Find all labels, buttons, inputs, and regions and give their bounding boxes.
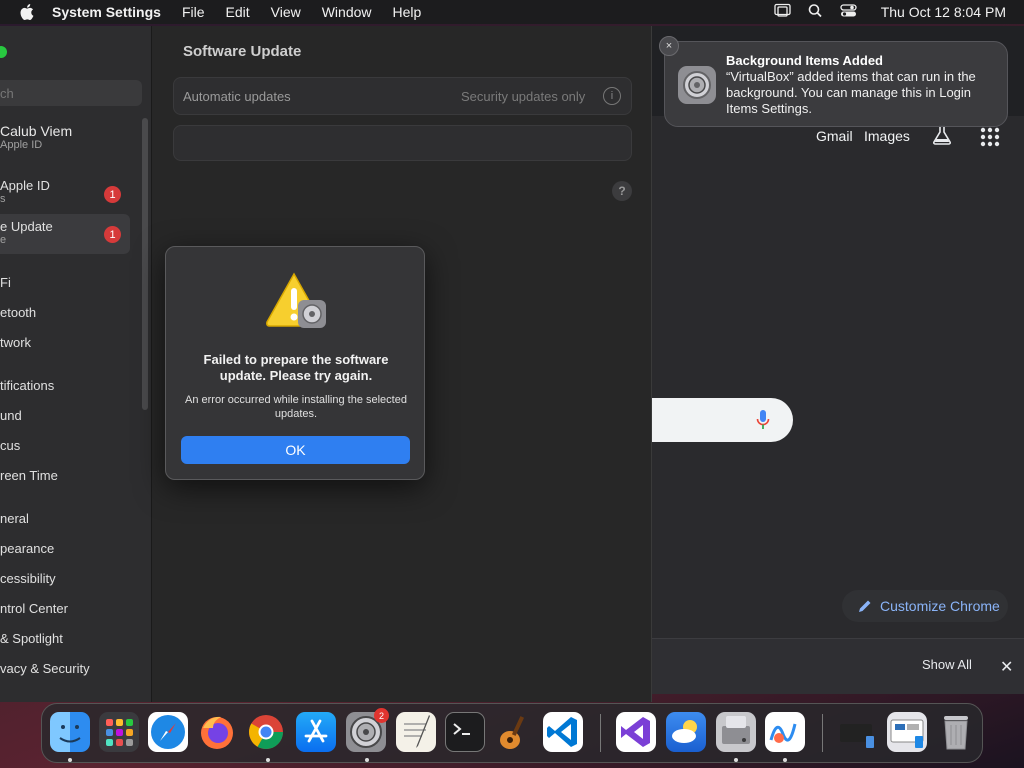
sidebar-item-screen-time[interactable]: reen Time xyxy=(0,468,58,483)
sidebar-item-accessibility[interactable]: cessibility xyxy=(0,571,56,586)
profile-name[interactable]: Calub Viem xyxy=(0,123,72,139)
menu-clock[interactable]: Thu Oct 12 8:04 PM xyxy=(881,4,1006,20)
automatic-updates-label: Automatic updates xyxy=(183,89,291,104)
virtualbox-icon[interactable] xyxy=(887,712,927,752)
disk-utility-icon[interactable] xyxy=(716,712,756,752)
downloads-bar: Show All ✕ xyxy=(640,638,1024,694)
dock: 2 xyxy=(41,703,983,763)
sidebar-item-apple-id-suggestions[interactable]: Apple ID s 1 xyxy=(0,178,130,214)
update-status-panel xyxy=(173,125,632,161)
notification-body: “VirtualBox” added items that can run in… xyxy=(726,69,976,116)
trash-icon[interactable] xyxy=(936,712,976,752)
spotlight-search-icon[interactable] xyxy=(807,3,824,21)
sidebar-item-privacy-security[interactable]: vacy & Security xyxy=(0,661,90,676)
firefox-icon[interactable] xyxy=(197,712,237,752)
notification-badge: 1 xyxy=(104,226,121,243)
running-indicator xyxy=(68,758,72,762)
profile-subtitle: Apple ID xyxy=(0,139,43,151)
safari-icon[interactable] xyxy=(148,712,188,752)
automatic-updates-value: Security updates only xyxy=(461,89,586,104)
alert-title: Failed to prepare the software update. P… xyxy=(203,352,389,383)
textedit-icon[interactable] xyxy=(396,712,436,752)
customize-chrome-label: Customize Chrome xyxy=(880,598,1000,614)
google-search-box[interactable] xyxy=(640,398,793,442)
google-apps-grid-icon[interactable] xyxy=(980,127,1000,147)
vscode-icon[interactable] xyxy=(543,712,583,752)
sidebar-item-general[interactable]: neral xyxy=(0,511,29,526)
window-zoom-button[interactable] xyxy=(0,46,7,58)
background-items-notification[interactable]: × Background Items Added “VirtualBox” ad… xyxy=(659,36,1008,127)
alert-message: An error occurred while installing the s… xyxy=(185,394,407,420)
weather-icon[interactable] xyxy=(666,712,706,752)
sidebar-item-network[interactable]: twork xyxy=(0,335,31,350)
dock-separator xyxy=(822,714,823,752)
pencil-icon xyxy=(859,600,871,612)
ok-button[interactable]: OK xyxy=(181,436,410,464)
sidebar-item-software-update[interactable]: e Update e 1 xyxy=(0,214,130,254)
sidebar-item-focus[interactable]: cus xyxy=(0,438,20,453)
gmail-link[interactable]: Gmail xyxy=(816,128,853,144)
sidebar-item-appearance[interactable]: pearance xyxy=(0,541,54,556)
close-downloads-bar-icon[interactable]: ✕ xyxy=(1000,657,1013,677)
terminal-icon[interactable] xyxy=(445,712,485,752)
running-indicator xyxy=(365,758,369,762)
automatic-updates-row: Automatic updates Security updates only … xyxy=(173,77,632,115)
images-link[interactable]: Images xyxy=(864,128,910,144)
menu-help[interactable]: Help xyxy=(393,4,422,20)
sidebar-item-control-center[interactable]: ntrol Center xyxy=(0,601,68,616)
running-indicator xyxy=(734,758,738,762)
running-indicator xyxy=(783,758,787,762)
notification-badge: 1 xyxy=(104,186,121,203)
finder-icon[interactable] xyxy=(50,712,90,752)
visual-studio-icon[interactable] xyxy=(616,712,656,752)
chrome-icon[interactable] xyxy=(246,712,286,752)
sidebar-search-placeholder: ch xyxy=(0,86,14,101)
garageband-icon[interactable] xyxy=(494,712,534,752)
labs-flask-icon[interactable] xyxy=(931,124,953,146)
control-center-icon[interactable] xyxy=(840,3,857,21)
settings-sidebar: ch Calub Viem Apple ID Apple ID s 1 e Up… xyxy=(0,26,152,702)
sidebar-item-wifi[interactable]: Fi xyxy=(0,275,11,290)
sidebar-item-sound[interactable]: und xyxy=(0,408,22,423)
sidebar-item-notifications[interactable]: tifications xyxy=(0,378,54,393)
system-settings-gear-icon xyxy=(678,66,716,104)
menu-app-name[interactable]: System Settings xyxy=(52,4,161,20)
dock-separator xyxy=(600,714,601,752)
menu-file[interactable]: File xyxy=(182,4,205,20)
running-indicator xyxy=(266,758,270,762)
downloads-folder-icon[interactable] xyxy=(838,712,878,752)
customize-chrome-button[interactable]: Customize Chrome xyxy=(842,590,1008,622)
warning-icon xyxy=(265,272,327,330)
apple-menu-icon[interactable] xyxy=(0,4,52,20)
notification-title: Background Items Added xyxy=(726,53,883,68)
menu-edit[interactable]: Edit xyxy=(226,4,250,20)
menu-window[interactable]: Window xyxy=(322,4,372,20)
info-icon[interactable]: i xyxy=(603,87,621,105)
sidebar-item-bluetooth[interactable]: etooth xyxy=(0,305,36,320)
dock-notification-badge: 2 xyxy=(374,708,389,723)
sidebar-scrollbar[interactable] xyxy=(142,118,148,410)
menu-view[interactable]: View xyxy=(271,4,301,20)
menu-bar: System Settings File Edit View Window He… xyxy=(0,0,1024,24)
page-title: Software Update xyxy=(183,43,302,60)
show-all-downloads-button[interactable]: Show All xyxy=(922,657,972,672)
sidebar-item-siri-spotlight[interactable]: & Spotlight xyxy=(0,631,63,646)
update-error-alert: Failed to prepare the software update. P… xyxy=(165,246,425,480)
launchpad-icon[interactable] xyxy=(99,712,139,752)
notification-close-icon[interactable]: × xyxy=(659,36,679,56)
freeform-icon[interactable] xyxy=(765,712,805,752)
app-store-icon[interactable] xyxy=(296,712,336,752)
screen-mirroring-icon[interactable] xyxy=(774,3,791,21)
help-icon[interactable]: ? xyxy=(612,181,632,201)
voice-search-mic-icon[interactable] xyxy=(756,409,770,431)
sidebar-search-field[interactable]: ch xyxy=(0,80,142,106)
